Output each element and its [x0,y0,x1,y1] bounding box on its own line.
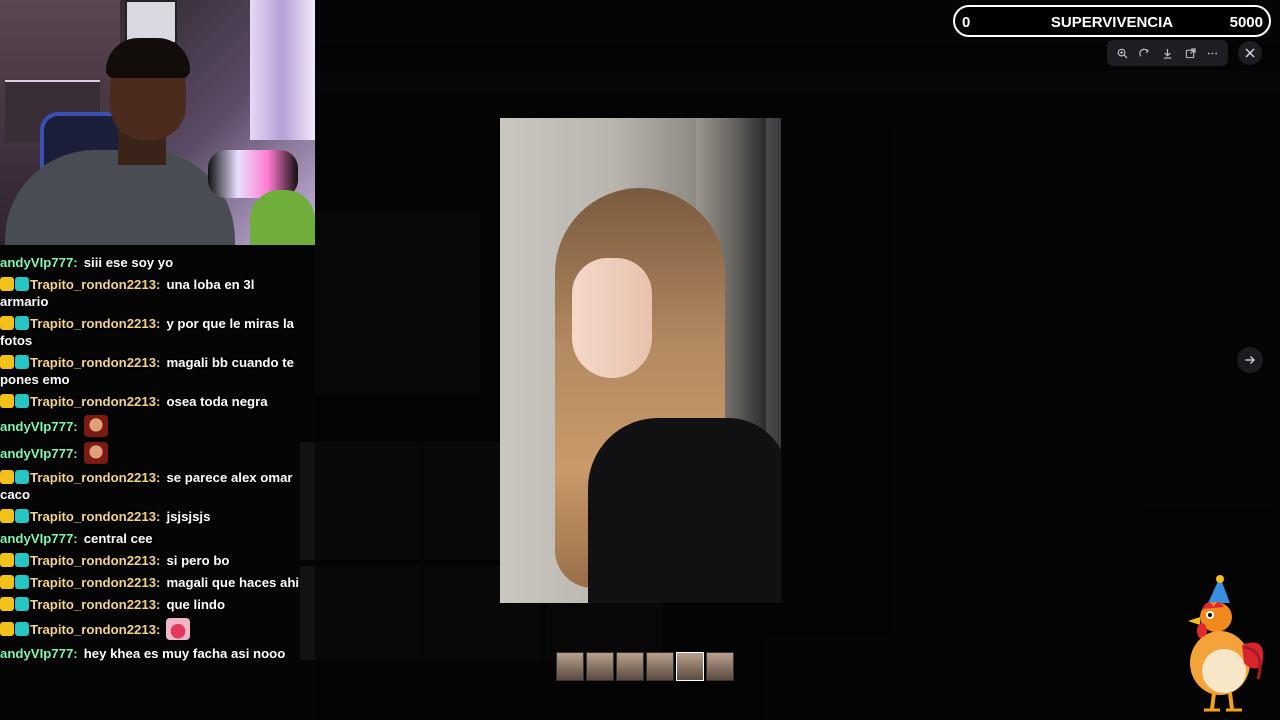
chat-username: Trapito_rondon2213: [30,575,161,590]
chat-text: jsjsjsjs [166,509,211,524]
chat-message: Trapito_rondon2213: magali bb cuando te p… [0,354,300,388]
chat-message: Trapito_rondon2213: una loba en 3l armari… [0,276,300,310]
chat-message: Trapito_rondon2213: y por que le miras la… [0,315,300,349]
open-external-icon[interactable] [1181,44,1199,62]
chat-username: Trapito_rondon2213: [30,355,161,370]
crown-badge-icon [0,509,14,523]
chat-text: hey khea es muy facha asi nooo [83,646,286,661]
crown-badge-icon [0,394,14,408]
gift-badge-icon [15,277,29,291]
close-icon [1245,48,1255,58]
crown-badge-icon [0,470,14,484]
chat-username: Trapito_rondon2213: [30,509,161,524]
gift-badge-icon [15,575,29,589]
gift-badge-icon [15,509,29,523]
chat-message: Trapito_rondon2213: magali que haces ahi [0,574,300,591]
gift-badge-icon [15,355,29,369]
crown-badge-icon [0,277,14,291]
zoom-in-icon[interactable] [1113,44,1131,62]
crown-badge-icon [0,355,14,369]
gift-badge-icon [15,553,29,567]
chat-message: andyVIp777: siii ese soy yo [0,254,300,271]
emote-icon [83,415,108,437]
chat-panel: andyVIp777: siii ese soy yo Trapito_rondon… [0,254,300,667]
chat-username: andyVIp777: [0,531,78,546]
thumbnail[interactable] [616,652,644,681]
chat-text: magali que haces ahi [166,575,300,590]
gift-badge-icon [15,597,29,611]
chat-text: siii ese soy yo [83,255,174,270]
gift-badge-icon [15,394,29,408]
chat-message: Trapito_rondon2213: osea toda negra [0,393,300,410]
score-title: SUPERVIVENCIA [1050,14,1174,31]
chat-message: Trapito_rondon2213: que lindo [0,596,300,613]
download-icon[interactable] [1158,44,1176,62]
arrow-right-icon [1245,356,1255,364]
webcam-feed [0,0,315,245]
chat-username: Trapito_rondon2213: [30,597,161,612]
chat-message: Trapito_rondon2213: jsjsjsjs [0,508,300,525]
lightbox-image [500,118,781,603]
chat-text: si pero bo [166,553,230,568]
lightbox-toolbar [1107,40,1228,66]
chat-message: andyVIp777: [0,442,300,464]
crown-badge-icon [0,622,14,636]
thumbnail[interactable] [556,652,584,681]
chat-message: andyVIp777: hey khea es muy facha asi noo… [0,645,300,662]
chat-text: osea toda negra [166,394,268,409]
crown-badge-icon [0,597,14,611]
thumbnail[interactable] [706,652,734,681]
chat-username: Trapito_rondon2213: [30,622,161,637]
chat-username: Trapito_rondon2213: [30,277,161,292]
more-icon[interactable] [1204,44,1222,62]
chat-username: Trapito_rondon2213: [30,470,161,485]
rotate-icon[interactable] [1136,44,1154,62]
chat-username: andyVIp777: [0,419,78,434]
thumbnail[interactable] [676,652,704,681]
emote-icon [83,442,108,464]
chat-username: andyVIp777: [0,446,78,461]
crown-badge-icon [0,575,14,589]
crown-badge-icon [0,553,14,567]
lightbox-overlay[interactable] [315,0,1280,720]
next-image-button[interactable] [1237,347,1263,373]
chat-username: Trapito_rondon2213: [30,394,161,409]
chat-username: andyVIp777: [0,255,78,270]
chat-message: Trapito_rondon2213: se parece alex omar c… [0,469,300,503]
chat-message: Trapito_rondon2213: [0,618,300,640]
gift-badge-icon [15,316,29,330]
score-max: 5000 [1229,14,1263,31]
emote-icon [166,618,191,640]
close-button[interactable] [1238,41,1262,65]
crown-badge-icon [0,316,14,330]
thumbnail[interactable] [646,652,674,681]
thumbnail[interactable] [586,652,614,681]
gift-badge-icon [15,622,29,636]
thumbnail-strip [556,652,734,681]
chat-message: andyVIp777: central cee [0,530,300,547]
chat-message: Trapito_rondon2213: si pero bo [0,552,300,569]
chat-username: Trapito_rondon2213: [30,553,161,568]
score-widget: 0 SUPERVIVENCIA 5000 [953,5,1271,37]
chat-text: central cee [83,531,153,546]
chat-username: Trapito_rondon2213: [30,316,161,331]
rooster-mascot [1188,575,1264,712]
chat-text: que lindo [166,597,226,612]
chat-message: andyVIp777: [0,415,300,437]
chat-username: andyVIp777: [0,646,78,661]
gift-badge-icon [15,470,29,484]
